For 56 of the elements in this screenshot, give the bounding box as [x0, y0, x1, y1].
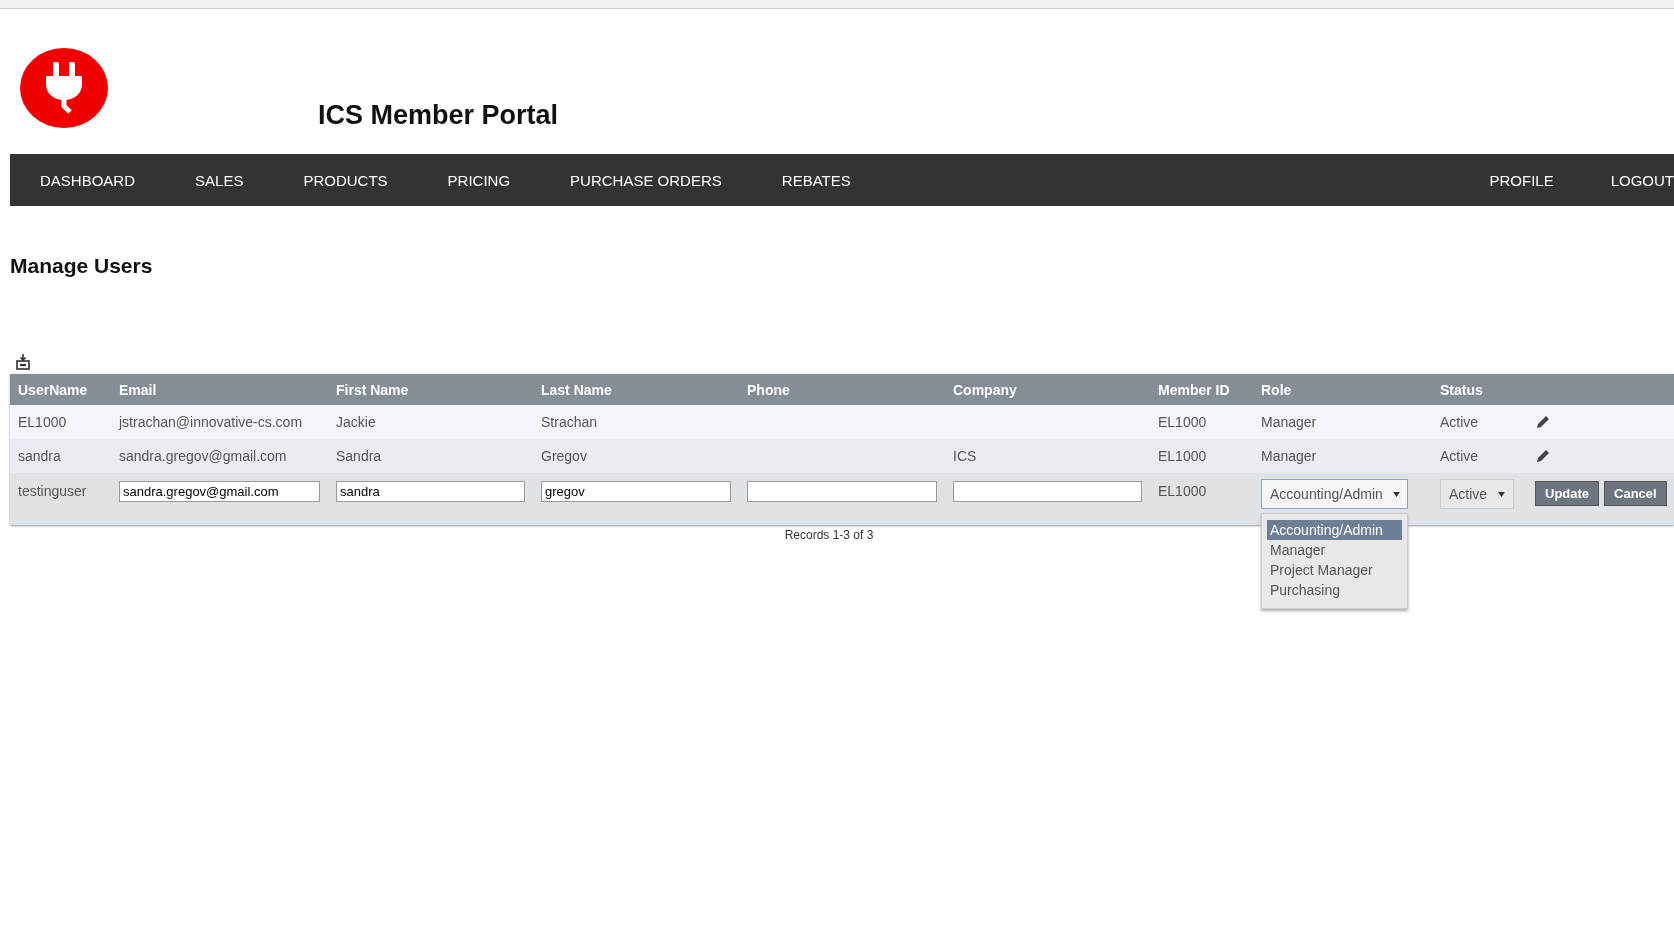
table-cell: sandra — [18, 448, 61, 464]
table-cell: Active — [1440, 448, 1479, 464]
caret-icon — [1498, 491, 1505, 497]
row-action-button[interactable]: Update — [1535, 481, 1600, 506]
nav-link[interactable]: DASHBOARD — [10, 171, 166, 189]
nav-link[interactable]: PROFILE — [1432, 171, 1554, 189]
plug-logo-icon — [20, 48, 108, 128]
table-cell: EL1000 — [1158, 483, 1207, 499]
table-cell: Strachan — [541, 414, 598, 430]
dropdown-option[interactable]: Project Manager — [1267, 560, 1402, 580]
nav-link[interactable]: LOGOUT — [1553, 171, 1674, 189]
export-icon[interactable] — [16, 354, 30, 370]
table-cell: jstrachan@innovative-cs.com — [119, 414, 303, 430]
table-cell: Gregov — [541, 448, 587, 464]
row-action-button[interactable]: Cancel — [1604, 481, 1667, 506]
edit-pencil-icon[interactable] — [1535, 414, 1551, 430]
table-cell: Active — [1440, 414, 1479, 430]
nav-link[interactable]: REBATES — [751, 171, 881, 189]
column-header: Phone — [739, 374, 945, 405]
table-cell: ICS — [953, 448, 977, 464]
text-input-field[interactable] — [747, 481, 937, 502]
records-count: Records 1-3 of 3 — [784, 528, 874, 542]
nav-link[interactable]: SALES — [165, 171, 274, 189]
text-input-field[interactable]: sandra — [336, 481, 525, 502]
column-header: Status — [1432, 374, 1527, 405]
table-cell: testinguser — [18, 483, 87, 499]
status-dropdown[interactable]: Active — [1440, 479, 1514, 509]
edit-pencil-icon[interactable] — [1535, 448, 1551, 464]
nav-link[interactable]: PURCHASE ORDERS — [540, 171, 752, 189]
table-cell: EL1000 — [1158, 414, 1207, 430]
page-title: Manage Users — [10, 254, 154, 278]
table-cell: Manager — [1261, 448, 1317, 464]
table-cell: EL1000 — [18, 414, 67, 430]
dropdown-option[interactable]: Accounting/Admin — [1267, 520, 1402, 540]
table-cell: Jackie — [336, 414, 376, 430]
column-header: Last Name — [533, 374, 739, 405]
text-input-field[interactable] — [953, 481, 1142, 502]
dropdown-option[interactable]: Purchasing — [1267, 580, 1402, 600]
nav-link[interactable]: PRICING — [417, 171, 541, 189]
column-header: First Name — [328, 374, 533, 405]
column-header: Member ID — [1150, 374, 1253, 405]
text-input-field[interactable]: gregov — [541, 481, 731, 502]
nav-link[interactable]: PRODUCTS — [273, 171, 418, 189]
column-header: UserName — [10, 374, 111, 405]
text-input-field[interactable]: sandra.gregov@gmail.com — [119, 481, 320, 502]
dropdown-option[interactable]: Manager — [1267, 540, 1402, 560]
table-cell: sandra.gregov@gmail.com — [119, 448, 287, 464]
column-header: Company — [945, 374, 1150, 405]
portal-title: ICS Member Portal — [318, 100, 559, 131]
column-header: Email — [111, 374, 328, 405]
column-header: Role — [1253, 374, 1432, 405]
caret-icon — [1392, 491, 1400, 497]
table-cell: EL1000 — [1158, 448, 1207, 464]
table-cell: Sandra — [336, 448, 382, 464]
table-cell: Manager — [1261, 414, 1317, 430]
role-dropdown[interactable]: Accounting/Admin — [1261, 479, 1408, 509]
